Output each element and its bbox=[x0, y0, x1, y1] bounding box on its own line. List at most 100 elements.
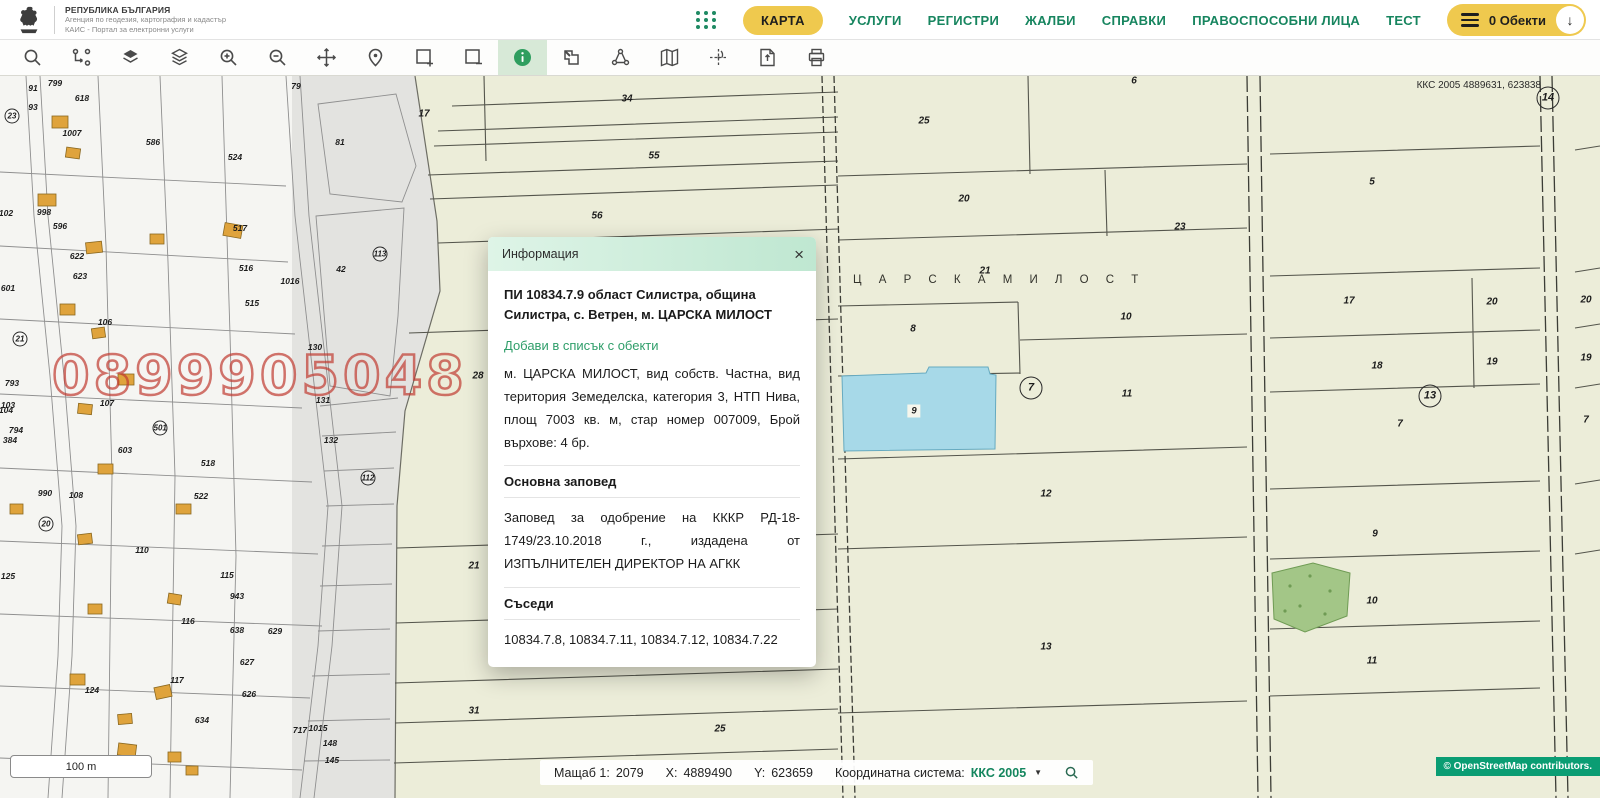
map-parcel-label: 627 bbox=[240, 657, 254, 667]
app-header: РЕПУБЛИКА БЪЛГАРИЯ Агенция по геодезия, … bbox=[0, 0, 1600, 40]
crs-value[interactable]: ККС 2005 bbox=[971, 766, 1026, 780]
zoom-in-icon[interactable] bbox=[204, 40, 253, 75]
osm-attribution[interactable]: © OpenStreetMap contributors. bbox=[1436, 757, 1600, 776]
y-label: Y: bbox=[754, 766, 765, 780]
map-parcel-label: 10 bbox=[1366, 596, 1377, 607]
map-parcel-label: 125 bbox=[1, 571, 15, 581]
scale-bar: 100 m bbox=[10, 755, 152, 778]
download-arrow-icon[interactable]: ↓ bbox=[1556, 6, 1584, 34]
nav-spravki[interactable]: СПРАВКИ bbox=[1102, 13, 1166, 28]
nav-zhalbi[interactable]: ЖАЛБИ bbox=[1025, 13, 1076, 28]
map-parcel-label: 799 bbox=[48, 78, 62, 88]
map-parcel-label: 79 bbox=[291, 81, 300, 91]
x-value: 4889490 bbox=[683, 766, 732, 780]
map-parcel-label: 990 bbox=[38, 488, 52, 498]
nav-registri[interactable]: РЕГИСТРИ bbox=[928, 13, 999, 28]
map-parcel-label: 501 bbox=[153, 421, 168, 436]
zoom-window-in-icon[interactable] bbox=[400, 40, 449, 75]
map-parcel-label: 515 bbox=[245, 298, 259, 308]
map-parcel-label: 20 bbox=[958, 194, 969, 205]
map-parcel-label: 7 bbox=[1397, 419, 1403, 430]
map-parcel-label: 21 bbox=[13, 332, 28, 347]
zoom-out-icon[interactable] bbox=[253, 40, 302, 75]
nav-uslugi[interactable]: УСЛУГИ bbox=[849, 13, 902, 28]
info-icon[interactable] bbox=[498, 40, 547, 75]
export-icon[interactable] bbox=[743, 40, 792, 75]
map-parcel-label: 13 bbox=[1419, 385, 1442, 408]
map-parcel-label: 148 bbox=[323, 738, 337, 748]
map-parcel-label: 11 bbox=[1122, 389, 1132, 400]
y-value: 623659 bbox=[771, 766, 813, 780]
locate-pin-icon[interactable] bbox=[351, 40, 400, 75]
layers-icon[interactable] bbox=[106, 40, 155, 75]
map-parcel-label: 11 bbox=[1367, 656, 1377, 667]
map-parcel-label: 524 bbox=[228, 152, 242, 162]
map-parcel-label: 14 bbox=[1537, 87, 1560, 110]
pan-icon[interactable] bbox=[302, 40, 351, 75]
map-parcel-label: 20 bbox=[1580, 295, 1591, 306]
parcel-identifier-title: ПИ 10834.7.9 област Силистра, община Сил… bbox=[504, 285, 800, 325]
map-parcel-label: 124 bbox=[85, 685, 99, 695]
main-order-text: Заповед за одобрение на КККР РД-18-1749/… bbox=[504, 507, 800, 575]
map-parcel-label: 7 bbox=[1583, 415, 1589, 426]
apps-grid-icon[interactable] bbox=[696, 11, 717, 29]
map-parcel-label: 28 bbox=[472, 371, 483, 382]
map-parcel-label: 793 bbox=[5, 378, 19, 388]
map-parcel-label: 19 bbox=[1580, 353, 1591, 364]
place-name-label: Ц А Р С К А М И Л О С Т bbox=[853, 274, 1145, 286]
zoom-window-out-icon[interactable] bbox=[449, 40, 498, 75]
map-parcel-label: 112 bbox=[361, 471, 376, 486]
map-parcel-label: 110 bbox=[135, 545, 149, 555]
map-parcel-label: 717 bbox=[293, 725, 307, 735]
map-parcel-label: 20 bbox=[1486, 297, 1497, 308]
crs-dropdown-caret[interactable]: ▼ bbox=[1034, 768, 1042, 777]
nav-test[interactable]: ТЕСТ bbox=[1386, 13, 1421, 28]
map-parcel-label: 618 bbox=[75, 93, 89, 103]
layers-outline-icon[interactable] bbox=[155, 40, 204, 75]
map-parcel-label: 20 bbox=[39, 517, 54, 532]
map-sheets-icon[interactable] bbox=[645, 40, 694, 75]
map-parcel-label: 117 bbox=[170, 675, 184, 685]
section-main-order: Основна заповед bbox=[504, 465, 800, 498]
map-parcel-label: 517 bbox=[233, 223, 247, 233]
map-parcel-label: 6 bbox=[1131, 76, 1137, 87]
cursor-coordinates: ККС 2005 4889631, 623838 bbox=[1286, 80, 1541, 91]
map-parcel-label: 116 bbox=[181, 616, 195, 626]
snap-cross-icon[interactable] bbox=[694, 40, 743, 75]
map-parcel-label: 18 bbox=[1371, 361, 1382, 372]
map-parcel-label: 106 bbox=[98, 317, 112, 327]
info-popup-header[interactable]: Информация × bbox=[488, 237, 816, 271]
neighbors-list: 10834.7.8, 10834.7.11, 10834.7.12, 10834… bbox=[504, 629, 800, 652]
add-to-objects-link[interactable]: Добави в списък с обекти bbox=[504, 338, 800, 353]
map-parcel-label: 7 bbox=[1020, 377, 1043, 400]
main-nav: КАРТА УСЛУГИ РЕГИСТРИ ЖАЛБИ СПРАВКИ ПРАВ… bbox=[696, 0, 1586, 40]
coat-of-arms-icon bbox=[14, 5, 44, 35]
topology-icon[interactable] bbox=[596, 40, 645, 75]
agency-logo: РЕПУБЛИКА БЪЛГАРИЯ Агенция по геодезия, … bbox=[0, 5, 226, 35]
map-parcel-label: 19 bbox=[1486, 357, 1497, 368]
map-parcel-label: 31 bbox=[468, 706, 479, 717]
print-icon[interactable] bbox=[792, 40, 841, 75]
map-parcel-label: 104 bbox=[0, 405, 13, 415]
close-icon[interactable]: × bbox=[794, 246, 804, 263]
map-parcel-label: 107 bbox=[100, 398, 114, 408]
map-parcel-label: 9 bbox=[907, 405, 920, 418]
nav-karta[interactable]: КАРТА bbox=[743, 6, 823, 35]
map-parcel-label: 145 bbox=[325, 755, 339, 765]
map-parcel-label: 596 bbox=[53, 221, 67, 231]
search-icon[interactable] bbox=[8, 40, 57, 75]
map-parcel-label: 622 bbox=[70, 251, 84, 261]
parcel-shape-icon[interactable] bbox=[547, 40, 596, 75]
map-parcel-label: 34 bbox=[621, 94, 632, 105]
map-parcel-label: 516 bbox=[239, 263, 253, 273]
map-parcel-label: 518 bbox=[201, 458, 215, 468]
map-parcel-label: 629 bbox=[268, 626, 282, 636]
map-parcel-label: 1007 bbox=[63, 128, 82, 138]
map-parcel-label: 1016 bbox=[281, 276, 300, 286]
select-objects-icon[interactable] bbox=[57, 40, 106, 75]
map-parcel-label: 21 bbox=[468, 561, 479, 572]
statusbar-search-icon[interactable] bbox=[1064, 765, 1079, 780]
map-parcel-label: 623 bbox=[73, 271, 87, 281]
objects-list-button[interactable]: 0 Обекти ↓ bbox=[1447, 4, 1586, 36]
nav-pravosposobni-litsa[interactable]: ПРАВОСПОСОБНИ ЛИЦА bbox=[1192, 13, 1360, 28]
